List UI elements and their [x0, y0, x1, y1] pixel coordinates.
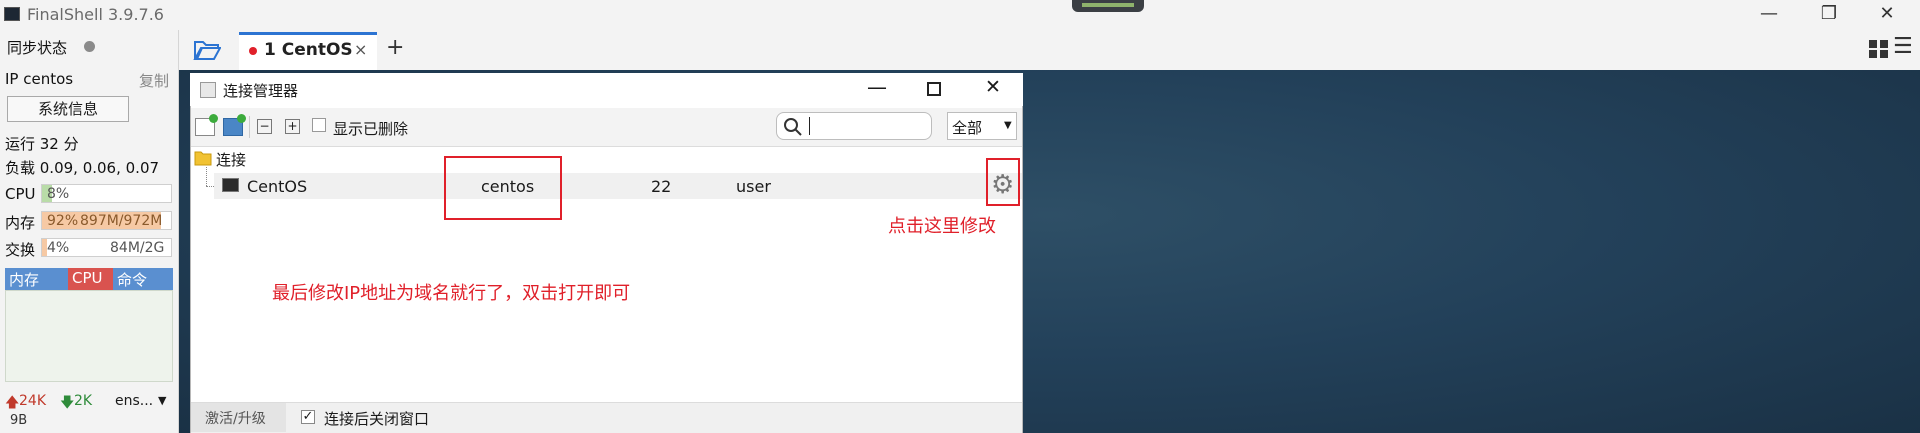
filter-select[interactable]: 全部 ▼	[947, 112, 1017, 140]
process-list[interactable]	[5, 290, 173, 382]
tree-line	[206, 167, 208, 186]
dialog-minimize-button[interactable]: —	[867, 75, 887, 99]
show-deleted-checkbox[interactable]	[312, 118, 326, 132]
annotation-modify-hint: 点击这里修改	[888, 216, 996, 237]
dialog-bottom-bar: 激活/升级 ✓ 连接后关闭窗口	[191, 402, 1022, 433]
minimize-button[interactable]: —	[1740, 0, 1798, 30]
tab-close-icon[interactable]: ×	[354, 40, 367, 59]
chevron-down-icon[interactable]: ▼	[158, 394, 166, 407]
status-indicator	[1072, 0, 1144, 12]
activate-upgrade-button[interactable]: 激活/升级	[205, 408, 266, 428]
grid-view-icon[interactable]	[1868, 38, 1890, 60]
tab-process-cpu[interactable]: CPU	[72, 269, 103, 287]
load-text: 负载 0.09, 0.06, 0.07	[5, 159, 160, 177]
search-input[interactable]	[776, 112, 932, 140]
close-window-button[interactable]: ✕	[1858, 0, 1916, 30]
copy-ip-link[interactable]: 复制	[139, 70, 169, 91]
window-title: FinalShell 3.9.7.6	[27, 5, 164, 24]
expand-all-icon[interactable]: +	[285, 119, 300, 134]
new-folder-icon[interactable]	[223, 114, 246, 136]
mem-percent: 92%	[47, 213, 79, 229]
tab-centos[interactable]: 1 CentOS ×	[239, 32, 377, 70]
show-deleted-label: 显示已删除	[333, 120, 409, 138]
cpu-meter: 8%	[41, 184, 172, 203]
download-arrow-icon: 🡇	[60, 395, 75, 411]
java-cup-icon	[200, 82, 216, 98]
tree-folder-label[interactable]: 连接	[216, 149, 246, 170]
sync-status-dot	[84, 41, 95, 52]
uptime-text: 运行 32 分	[5, 135, 79, 153]
upload-rate: 24K	[19, 393, 46, 409]
table-row[interactable]	[214, 173, 1022, 199]
highlight-host-box	[444, 156, 562, 220]
cpu-value: 8%	[47, 186, 70, 202]
network-interface-select[interactable]: ens...	[115, 393, 153, 409]
sync-status-label: 同步状态	[7, 39, 68, 57]
app-logo-icon	[4, 7, 20, 21]
toolbar-divider	[249, 116, 250, 138]
dialog-maximize-button[interactable]	[927, 82, 941, 96]
restore-button[interactable]: ❐	[1800, 0, 1858, 30]
connection-name: CentOS	[247, 177, 308, 196]
collapse-all-icon[interactable]: −	[257, 119, 272, 134]
new-connection-icon[interactable]	[195, 114, 218, 136]
highlight-gear-box	[986, 158, 1020, 206]
annotation-final-hint: 最后修改IP地址为域名就行了，双击打开即可	[272, 283, 631, 304]
folder-icon	[194, 151, 212, 166]
dialog-title-bar: 连接管理器 — ✕	[190, 73, 1023, 106]
cpu-label: CPU	[5, 185, 36, 203]
mem-value: 897M/972M	[80, 213, 163, 229]
swap-meter: 4% 84M/2G	[41, 238, 172, 257]
swap-percent: 4%	[47, 240, 70, 256]
ip-label: IP centos	[5, 70, 74, 88]
tab-process-mem[interactable]: 内存	[9, 269, 39, 290]
text-caret	[809, 117, 810, 135]
close-after-connect-checkbox[interactable]: ✓	[301, 410, 315, 424]
folder-open-icon[interactable]	[193, 38, 221, 62]
dialog-close-button[interactable]: ✕	[985, 76, 1001, 98]
close-after-connect-label: 连接后关闭窗口	[324, 410, 430, 428]
title-bar	[0, 0, 1920, 30]
dialog-title: 连接管理器	[223, 82, 299, 100]
chevron-down-icon: ▼	[1004, 120, 1012, 131]
connection-user: user	[736, 177, 771, 196]
process-tabs: 内存 CPU 命令	[5, 268, 173, 290]
tab-bar	[179, 30, 1920, 70]
connection-port: 22	[651, 177, 672, 196]
connection-status-dot	[249, 47, 257, 55]
network-bottom-value: 9B	[10, 413, 28, 428]
mem-label: 内存	[5, 214, 36, 232]
tab-process-cmd[interactable]: 命令	[117, 269, 147, 290]
system-info-button[interactable]: 系统信息	[7, 96, 129, 122]
swap-value: 84M/2G	[110, 240, 165, 256]
swap-label: 交换	[5, 241, 36, 259]
terminal-icon	[222, 178, 239, 192]
tab-label: 1 CentOS	[264, 40, 353, 60]
filter-value: 全部	[952, 119, 983, 137]
search-icon	[784, 118, 802, 136]
mem-meter: 92% 897M/972M	[41, 211, 172, 230]
menu-icon[interactable]: ☰	[1893, 34, 1913, 59]
add-tab-icon[interactable]: +	[386, 35, 404, 60]
download-rate: 2K	[74, 393, 93, 409]
